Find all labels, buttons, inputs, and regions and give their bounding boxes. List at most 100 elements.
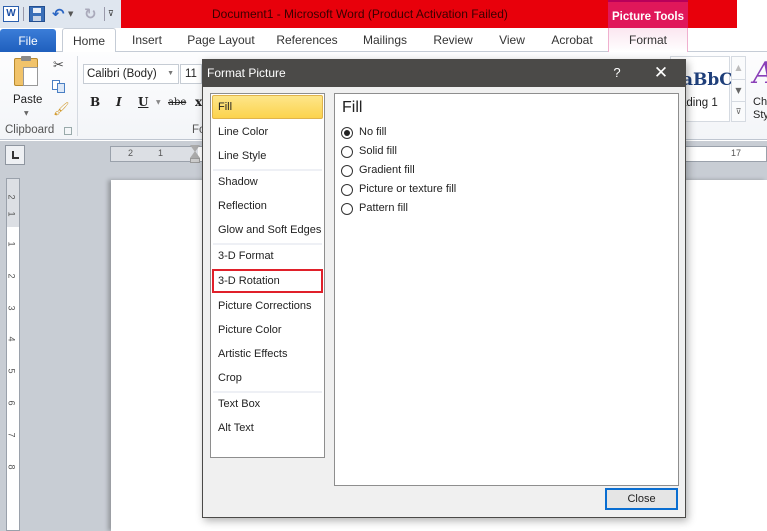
dialog-title: Format Picture (207, 66, 286, 80)
close-button[interactable]: Close (605, 488, 678, 510)
picture-tools-label: Picture Tools (608, 0, 688, 28)
word-logo-icon[interactable]: W (3, 6, 19, 22)
radio-button[interactable] (341, 203, 353, 215)
tab-insert[interactable]: Insert (126, 28, 168, 52)
font-name-combobox[interactable]: Calibri (Body) ▼ (83, 64, 179, 84)
tab-acrobat[interactable]: Acrobat (544, 28, 600, 52)
tab-review[interactable]: Review (428, 28, 478, 52)
tab-view[interactable]: View (493, 28, 531, 52)
radio-label: Picture or texture fill (359, 183, 457, 195)
ruler-label: 6 (6, 400, 17, 406)
tab-selector-button[interactable] (5, 145, 25, 165)
indent-marker-icon[interactable] (190, 145, 200, 163)
cut-icon[interactable]: ✂ (53, 58, 64, 73)
close-icon[interactable]: ✕ (652, 63, 670, 83)
qat-separator (104, 7, 105, 21)
bold-button[interactable]: B (90, 95, 100, 109)
nav-item-picture-color[interactable]: Picture Color (212, 318, 323, 342)
ruler-label: 2 (128, 148, 134, 158)
radio-label: No fill (359, 126, 387, 138)
qat-separator (23, 7, 24, 21)
tab-format[interactable]: Format (608, 28, 688, 52)
tab-page-layout[interactable]: Page Layout (183, 28, 259, 52)
font-size-combobox[interactable]: 11 (180, 64, 202, 84)
nav-item-glow-soft-edges[interactable]: Glow and Soft Edges (212, 218, 323, 242)
ruler-label: 1 (158, 148, 164, 158)
copy-icon[interactable] (52, 80, 66, 93)
format-picture-dialog: Format Picture ? ✕ Fill Line Color Line … (202, 59, 686, 518)
radio-button[interactable] (341, 146, 353, 158)
nav-item-alt-text[interactable]: Alt Text (212, 416, 323, 440)
style-sample: aBbC (682, 70, 733, 90)
change-styles-icon[interactable]: A (753, 56, 767, 91)
nav-item-line-style[interactable]: Line Style (212, 144, 323, 168)
undo-dropdown-icon[interactable]: ▼ (68, 6, 76, 22)
ribbon-tabs: File Home Insert Page Layout References … (0, 28, 767, 53)
change-styles-label[interactable]: Ch Sty (753, 96, 767, 122)
ruler-label: 1 (6, 211, 17, 217)
panel-heading: Fill (342, 99, 363, 116)
category-list: Fill Line Color Line Style Shadow Reflec… (210, 93, 325, 458)
clipboard-group-label: Clipboard (5, 124, 55, 136)
dialog-title-bar[interactable]: Format Picture ? ✕ (203, 60, 685, 87)
italic-button[interactable]: I (116, 95, 122, 109)
nav-item-fill[interactable]: Fill (212, 95, 323, 119)
clipboard-launcher-icon[interactable] (64, 127, 72, 135)
strikethrough-button[interactable]: abe (168, 97, 186, 108)
underline-dropdown-icon[interactable]: ▼ (156, 99, 161, 106)
change-styles-label-line2: Sty (753, 109, 767, 121)
nav-item-reflection[interactable]: Reflection (212, 194, 323, 218)
more-styles-icon[interactable]: ⊽ (732, 101, 745, 121)
help-icon[interactable]: ? (609, 65, 625, 80)
vertical-ruler[interactable]: 2 1 1 2 3 4 5 6 7 8 (6, 178, 20, 531)
format-painter-icon[interactable]: 🖌 (53, 102, 70, 117)
radio-label: Pattern fill (359, 202, 408, 214)
paste-dropdown-icon[interactable]: ▼ (24, 110, 29, 117)
ruler-label: 17 (731, 148, 742, 158)
ruler-label: 5 (6, 368, 17, 374)
nav-item-3d-rotation[interactable]: 3-D Rotation (212, 269, 323, 293)
undo-icon[interactable]: ↶ (52, 6, 68, 22)
ruler-margin (7, 179, 19, 227)
radio-label: Gradient fill (359, 164, 415, 176)
ruler-label: 2 (6, 194, 17, 200)
ruler-margin (111, 147, 198, 161)
tab-mailings[interactable]: Mailings (355, 28, 415, 52)
styles-gallery-scroll[interactable]: ▲ ▼ ⊽ (731, 56, 746, 122)
customize-qat-icon[interactable]: ⊽ (108, 6, 118, 22)
save-icon[interactable] (29, 6, 45, 22)
nav-item-artistic-effects[interactable]: Artistic Effects (212, 342, 323, 366)
quick-access-toolbar: W ↶ ▼ ↻ ⊽ (0, 0, 121, 30)
change-styles-label-line1: Ch (753, 96, 767, 108)
nav-item-picture-corrections[interactable]: Picture Corrections (212, 294, 323, 318)
ruler-label: 7 (6, 432, 17, 438)
ruler-label: 4 (6, 336, 17, 342)
nav-item-text-box[interactable]: Text Box (212, 392, 323, 416)
radio-button[interactable] (341, 184, 353, 196)
ruler-label: 2 (6, 273, 17, 279)
ruler-label: 1 (6, 241, 17, 247)
title-bar-right (737, 0, 767, 30)
paste-icon (14, 56, 38, 86)
tab-file[interactable]: File (0, 29, 56, 52)
radio-button[interactable] (341, 127, 353, 139)
nav-item-crop[interactable]: Crop (212, 366, 323, 390)
tab-home[interactable]: Home (62, 28, 116, 53)
title-bar: W ↶ ▼ ↻ ⊽ Document1 - Microsoft Word (Pr… (0, 0, 767, 30)
scroll-down-icon[interactable]: ▼ (732, 79, 745, 101)
font-dropdown-icon[interactable]: ▼ (167, 65, 174, 83)
ruler-label: 8 (6, 464, 17, 470)
window-title: Document1 - Microsoft Word (Product Acti… (212, 7, 508, 21)
ribbon-separator (77, 56, 78, 136)
redo-icon[interactable]: ↻ (84, 6, 100, 22)
nav-item-3d-format[interactable]: 3-D Format (212, 244, 323, 268)
underline-button[interactable]: U (138, 95, 148, 109)
radio-label: Solid fill (359, 145, 397, 157)
nav-item-shadow[interactable]: Shadow (212, 170, 323, 194)
tab-references[interactable]: References (272, 28, 342, 52)
radio-button[interactable] (341, 165, 353, 177)
fill-settings-panel: Fill No fill Solid fill Gradient fill Pi… (334, 93, 679, 486)
font-name-value: Calibri (Body) (87, 68, 157, 80)
scroll-up-icon[interactable]: ▲ (732, 57, 745, 79)
nav-item-line-color[interactable]: Line Color (212, 120, 323, 144)
